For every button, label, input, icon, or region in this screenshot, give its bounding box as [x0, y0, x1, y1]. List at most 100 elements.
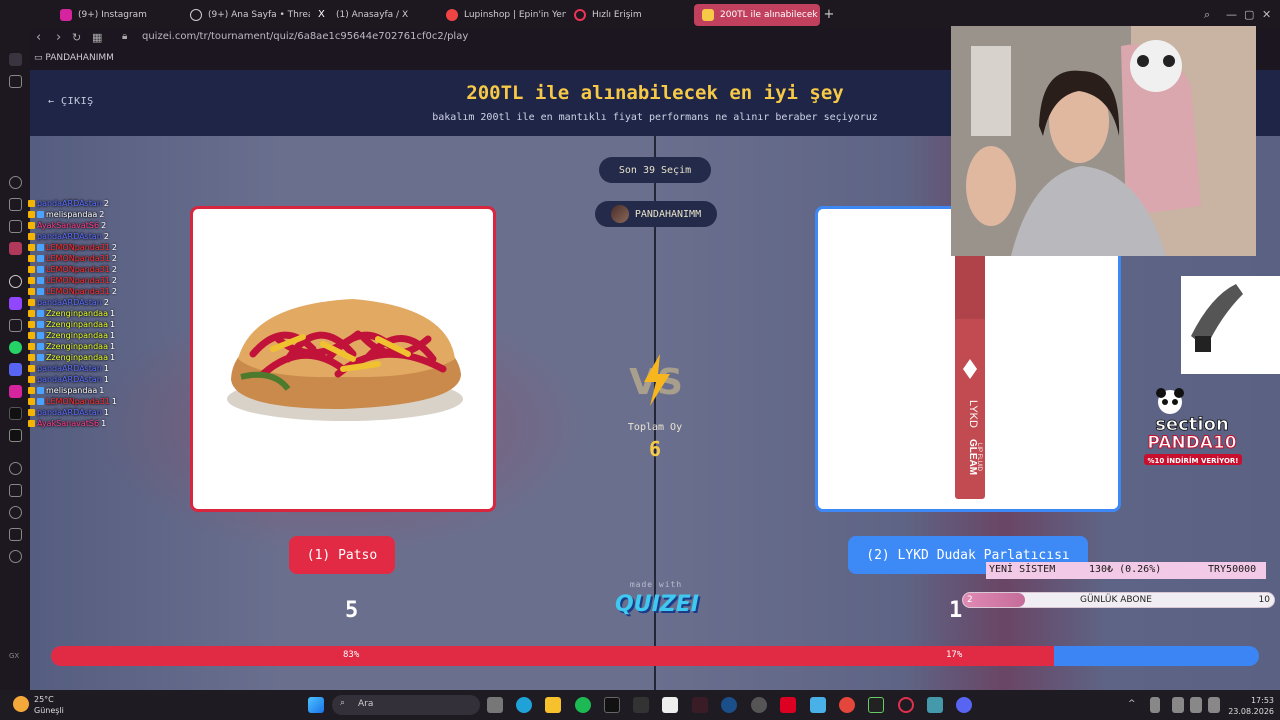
reload-icon[interactable]: ↻ — [72, 31, 81, 44]
tab-instagram[interactable]: (9+) Instagram — [52, 4, 182, 26]
tab-quiz[interactable]: 200TL ile alınabilecek en iy — [694, 4, 820, 26]
chat-username: pandaARDAstan — [37, 232, 102, 241]
app2-icon[interactable] — [868, 697, 884, 713]
minimize-icon[interactable]: — — [1226, 8, 1237, 21]
percent-icon[interactable] — [9, 319, 22, 332]
settings-icon[interactable] — [9, 550, 22, 563]
chat-badge-icon — [28, 420, 35, 427]
taskbar-search[interactable]: ⌕ Ara — [332, 695, 480, 715]
search-tabs-icon[interactable]: ⌕ — [1204, 8, 1210, 22]
forward-icon[interactable]: › — [56, 30, 61, 45]
new-tab-button[interactable]: + — [822, 8, 836, 22]
weather-temp: 25°C — [34, 695, 54, 704]
app-icon[interactable] — [751, 697, 767, 713]
valorant-icon[interactable] — [692, 697, 708, 713]
chrome-icon[interactable] — [839, 697, 855, 713]
chat-line: pandaARDAstan 2 — [28, 198, 128, 209]
discord-icon[interactable] — [9, 363, 22, 376]
maximize-icon[interactable]: ▢ — [1244, 8, 1254, 21]
instagram-icon[interactable] — [9, 385, 22, 398]
opera-gx-icon[interactable] — [898, 697, 914, 713]
chat-badge-icon — [28, 277, 35, 284]
mail-icon[interactable] — [780, 697, 796, 713]
notes-icon[interactable] — [810, 697, 826, 713]
chat-badge-icon — [28, 244, 35, 251]
last-choices-label: Son 39 Seçim — [618, 164, 692, 176]
task-view-icon[interactable] — [487, 697, 503, 713]
vote-left-button[interactable]: (1) Patso — [289, 536, 395, 574]
sub-label: GÜNLÜK ABONE — [1080, 595, 1152, 605]
versus-icon: VS — [629, 354, 683, 406]
chat-badge-icon — [28, 376, 35, 383]
bag-icon[interactable] — [9, 198, 22, 211]
chat-badge-icon — [28, 288, 35, 295]
speed-dial-icon[interactable]: ▦ — [92, 31, 102, 44]
bookmark-folder[interactable]: ▭ PANDAHANIMM — [34, 53, 114, 63]
cube-icon[interactable] — [9, 220, 22, 233]
chat-badge-icon — [37, 354, 44, 361]
steam-icon[interactable] — [721, 697, 737, 713]
chat-username: LEMONpanda31 — [46, 276, 110, 285]
close-icon[interactable]: ✕ — [1262, 8, 1271, 21]
tab-quick-access[interactable]: Hızlı Erişim — [566, 4, 694, 26]
chat-badge-icon — [28, 409, 35, 416]
chat-vote: 1 — [101, 419, 107, 428]
clock-date: 23.08.2026 — [1228, 707, 1274, 716]
mic-icon[interactable] — [1150, 697, 1160, 713]
edge-icon[interactable] — [516, 697, 532, 713]
tiktok-icon[interactable] — [9, 407, 22, 420]
tab-lupinshop[interactable]: Lupinshop | Epin'in Yeni Mer — [438, 4, 566, 26]
m-icon[interactable] — [9, 242, 22, 255]
tab-threads[interactable]: (9+) Ana Sayfa • Threads — [182, 4, 310, 26]
user-name: PANDAHANIMM — [634, 208, 702, 220]
chat-line: AyakSanavatS6 1 — [28, 418, 128, 429]
back-icon[interactable]: ‹ — [36, 30, 41, 45]
explorer-icon[interactable] — [545, 697, 561, 713]
play-icon[interactable] — [9, 462, 22, 475]
weather-widget[interactable]: 25°C Güneşli — [34, 694, 64, 716]
system-clock[interactable]: 17:53 23.08.2026 — [1228, 695, 1274, 717]
chat-line: LEMONpanda31 2 — [28, 275, 128, 286]
epic-icon[interactable] — [633, 697, 649, 713]
gamepad-icon[interactable] — [9, 75, 22, 88]
chat-vote: 1 — [103, 364, 109, 373]
url-field[interactable]: quizei.com/tr/tournament/quiz/6a8ae1c956… — [142, 31, 468, 42]
spotify-icon[interactable] — [575, 697, 591, 713]
discord-app-icon[interactable] — [956, 697, 972, 713]
option-card-left[interactable] — [190, 206, 496, 512]
start-icon[interactable] — [308, 697, 324, 713]
whatsapp-icon[interactable] — [9, 341, 22, 354]
tiktok-app-icon[interactable] — [604, 697, 620, 713]
lupinshop-icon — [446, 9, 458, 21]
weather-text: Güneşli — [34, 706, 64, 715]
obs-icon[interactable] — [662, 697, 678, 713]
box-icon[interactable] — [9, 528, 22, 541]
quizei-logo[interactable]: QUIZEI — [612, 592, 702, 617]
twitch-icon[interactable] — [9, 297, 22, 310]
chat-vote: 2 — [99, 210, 105, 219]
gx-icon[interactable]: GX — [9, 652, 22, 665]
chat-badge-icon — [37, 321, 44, 328]
chatgpt-icon[interactable] — [9, 275, 22, 288]
left-share-fill — [51, 646, 1054, 666]
tab-label: 200TL ile alınabilecek en iy — [720, 10, 820, 20]
volume-icon[interactable] — [1190, 697, 1202, 713]
chat-badge-icon — [28, 211, 35, 218]
chat-badge-icon — [28, 200, 35, 207]
left-vote-count: 5 — [345, 598, 359, 623]
history-icon[interactable] — [9, 506, 22, 519]
battery-icon[interactable] — [1208, 697, 1220, 713]
tray-chevron-icon[interactable]: ^ — [1128, 699, 1138, 709]
app3-icon[interactable] — [927, 697, 943, 713]
chat-badge-icon — [28, 321, 35, 328]
x-icon[interactable] — [9, 429, 22, 442]
cube2-icon[interactable] — [9, 484, 22, 497]
chat-badge-icon — [28, 365, 35, 372]
chat-badge-icon — [37, 211, 44, 218]
chat-badge-icon — [28, 332, 35, 339]
tab-x[interactable]: X (1) Anasayfa / X — [310, 4, 438, 26]
home-icon[interactable] — [9, 53, 22, 66]
chat-vote: 2 — [101, 221, 107, 230]
wifi-icon[interactable] — [1172, 697, 1184, 713]
refresh-icon[interactable] — [9, 176, 22, 189]
